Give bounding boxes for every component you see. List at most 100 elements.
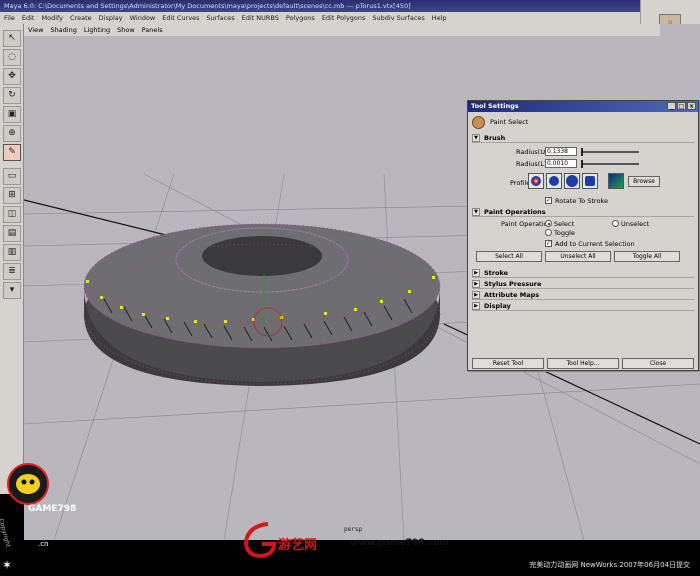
radius-u-field[interactable]: 0.1338 <box>545 147 577 156</box>
single-pane-layout-icon[interactable]: ▭ <box>3 168 21 185</box>
menu-window[interactable]: Window <box>130 14 156 22</box>
stroke-section[interactable]: ▶ Stroke <box>472 268 694 278</box>
game798-logo: GAME798 GAME798 Copyright ✶ .cn <box>0 458 76 576</box>
toolbox: ↖ ◌ ✥ ↻ ▣ ⊕ ✎ ▭ ⊞ ◫ ▤ ▥ ≣ ▾ <box>0 24 24 494</box>
radius-u-slider[interactable] <box>581 148 639 156</box>
menu-subdiv-surfaces[interactable]: Subdiv Surfaces <box>372 14 424 22</box>
tool-settings-title: Tool Settings <box>471 102 519 110</box>
attribute-maps-section[interactable]: ▶ Attribute Maps <box>472 290 694 300</box>
panel-menu-panels[interactable]: Panels <box>142 26 163 34</box>
profile-image-icon[interactable] <box>608 173 624 189</box>
hypershade-layout-icon[interactable]: ▥ <box>3 244 21 261</box>
profile-solid-icon[interactable] <box>564 173 580 189</box>
close-button[interactable]: Close <box>622 358 694 369</box>
layout-menu-icon[interactable]: ▾ <box>3 282 21 299</box>
expand-triangle-icon[interactable]: ▶ <box>472 301 480 310</box>
profile-square-icon[interactable] <box>582 173 598 189</box>
radius-l-field[interactable]: 0.0010 <box>545 159 577 168</box>
tool-help-button[interactable]: Tool Help... <box>547 358 619 369</box>
unselect-all-button[interactable]: Unselect All <box>545 251 611 262</box>
window-title: Maya 6.0: C:\Documents and Settings\Admi… <box>4 2 411 10</box>
close-icon[interactable]: × <box>687 102 696 110</box>
reset-tool-button[interactable]: Reset Tool <box>472 358 544 369</box>
menu-modify[interactable]: Modify <box>41 14 63 22</box>
menu-edit-polygons[interactable]: Edit Polygons <box>322 14 366 22</box>
panel-menu-show[interactable]: Show <box>117 26 135 34</box>
panel-menubar: View Shading Lighting Show Panels <box>24 24 660 36</box>
rotate-tool-icon[interactable]: ↻ <box>3 87 21 104</box>
lasso-tool-icon[interactable]: ◌ <box>3 49 21 66</box>
profile-gaussian-icon[interactable] <box>528 173 544 189</box>
side-by-side-layout-icon[interactable]: ◫ <box>3 206 21 223</box>
minimize-icon[interactable]: _ <box>667 102 676 110</box>
stroke-header[interactable]: Stroke <box>484 269 508 277</box>
radius-l-slider[interactable] <box>581 160 639 168</box>
browse-button[interactable]: Browse <box>628 176 660 187</box>
menu-help[interactable]: Help <box>432 14 447 22</box>
display-header[interactable]: Display <box>484 302 511 310</box>
site-logo: 游艺网 www.game798.com <box>240 516 470 562</box>
menu-file[interactable]: File <box>4 14 15 22</box>
expand-triangle-icon[interactable]: ▶ <box>472 279 480 288</box>
collapse-triangle-icon[interactable]: ▼ <box>472 207 480 216</box>
paint-select-tool-icon[interactable]: ✎ <box>3 144 21 161</box>
select-all-button[interactable]: Select All <box>476 251 542 262</box>
menu-display[interactable]: Display <box>99 14 123 22</box>
watermark-caption: 完美动力动画网 NewWorks 2007年06月04日提交 <box>529 561 690 569</box>
stylus-pressure-header[interactable]: Stylus Pressure <box>484 280 541 288</box>
rotate-to-stroke-checkbox[interactable]: ✓ <box>545 197 552 204</box>
manipulator-tool-icon[interactable]: ⊕ <box>3 125 21 142</box>
four-pane-layout-icon[interactable]: ⊞ <box>3 187 21 204</box>
menu-polygons[interactable]: Polygons <box>286 14 315 22</box>
graph-editor-layout-icon[interactable]: ≣ <box>3 263 21 280</box>
select-radio[interactable] <box>545 220 552 227</box>
expand-triangle-icon[interactable]: ▶ <box>472 290 480 299</box>
toggle-radio[interactable] <box>545 229 552 236</box>
logo-star-icon: ✶ <box>2 558 13 572</box>
stylus-pressure-section[interactable]: ▶ Stylus Pressure <box>472 279 694 289</box>
window-title-bar: Maya 6.0: C:\Documents and Settings\Admi… <box>0 0 700 12</box>
toggle-radio-label: Toggle <box>554 229 575 237</box>
menu-create[interactable]: Create <box>70 14 92 22</box>
paint-operations-section: ▼ Paint Operations <box>472 207 694 217</box>
unselect-radio[interactable] <box>612 220 619 227</box>
tool-settings-window: Tool Settings _ □ × Paint Select ▼ Brush… <box>467 100 699 371</box>
select-tool-icon[interactable]: ↖ <box>3 30 21 47</box>
main-menubar: File Edit Modify Create Display Window E… <box>0 12 640 24</box>
game798-label: GAME798 <box>28 504 77 514</box>
radius-l-label: Radius(L) <box>516 160 547 168</box>
paint-operations-header[interactable]: Paint Operations <box>484 208 546 216</box>
cn-suffix: .cn <box>38 540 49 548</box>
profile-soft-icon[interactable] <box>546 173 562 189</box>
brush-header[interactable]: Brush <box>484 134 505 142</box>
site-name-cn: 游艺网 <box>278 538 318 553</box>
collapse-triangle-icon[interactable]: ▼ <box>472 133 480 142</box>
panel-menu-view[interactable]: View <box>28 26 43 34</box>
menu-surfaces[interactable]: Surfaces <box>206 14 234 22</box>
maximize-icon[interactable]: □ <box>677 102 686 110</box>
add-to-selection-checkbox[interactable]: ✓ <box>545 240 552 247</box>
move-tool-icon[interactable]: ✥ <box>3 68 21 85</box>
paint-operation-label: Paint Operation <box>501 220 552 228</box>
menu-edit-curves[interactable]: Edit Curves <box>162 14 199 22</box>
toggle-all-button[interactable]: Toggle All <box>614 251 680 262</box>
brush-section: ▼ Brush <box>472 133 694 143</box>
unselect-radio-label: Unselect <box>621 220 650 228</box>
scale-tool-icon[interactable]: ▣ <box>3 106 21 123</box>
panel-menu-lighting[interactable]: Lighting <box>84 26 110 34</box>
display-section[interactable]: ▶ Display <box>472 301 694 311</box>
menu-edit-nurbs[interactable]: Edit NURBS <box>242 14 279 22</box>
panel-menu-shading[interactable]: Shading <box>50 26 76 34</box>
attribute-maps-header[interactable]: Attribute Maps <box>484 291 539 299</box>
persp-outliner-layout-icon[interactable]: ▤ <box>3 225 21 242</box>
select-radio-label: Select <box>554 220 575 228</box>
tool-name: Paint Select <box>490 118 529 126</box>
expand-triangle-icon[interactable]: ▶ <box>472 268 480 277</box>
tool-settings-title-bar[interactable]: Tool Settings _ □ × <box>468 101 698 112</box>
rotate-to-stroke-label: Rotate To Stroke <box>555 197 608 205</box>
site-url: www.game798.com <box>350 538 449 548</box>
paint-select-icon <box>472 115 485 129</box>
menu-edit[interactable]: Edit <box>22 14 35 22</box>
add-to-selection-label: Add to Current Selection <box>555 240 635 248</box>
torus-mesh <box>83 223 441 386</box>
